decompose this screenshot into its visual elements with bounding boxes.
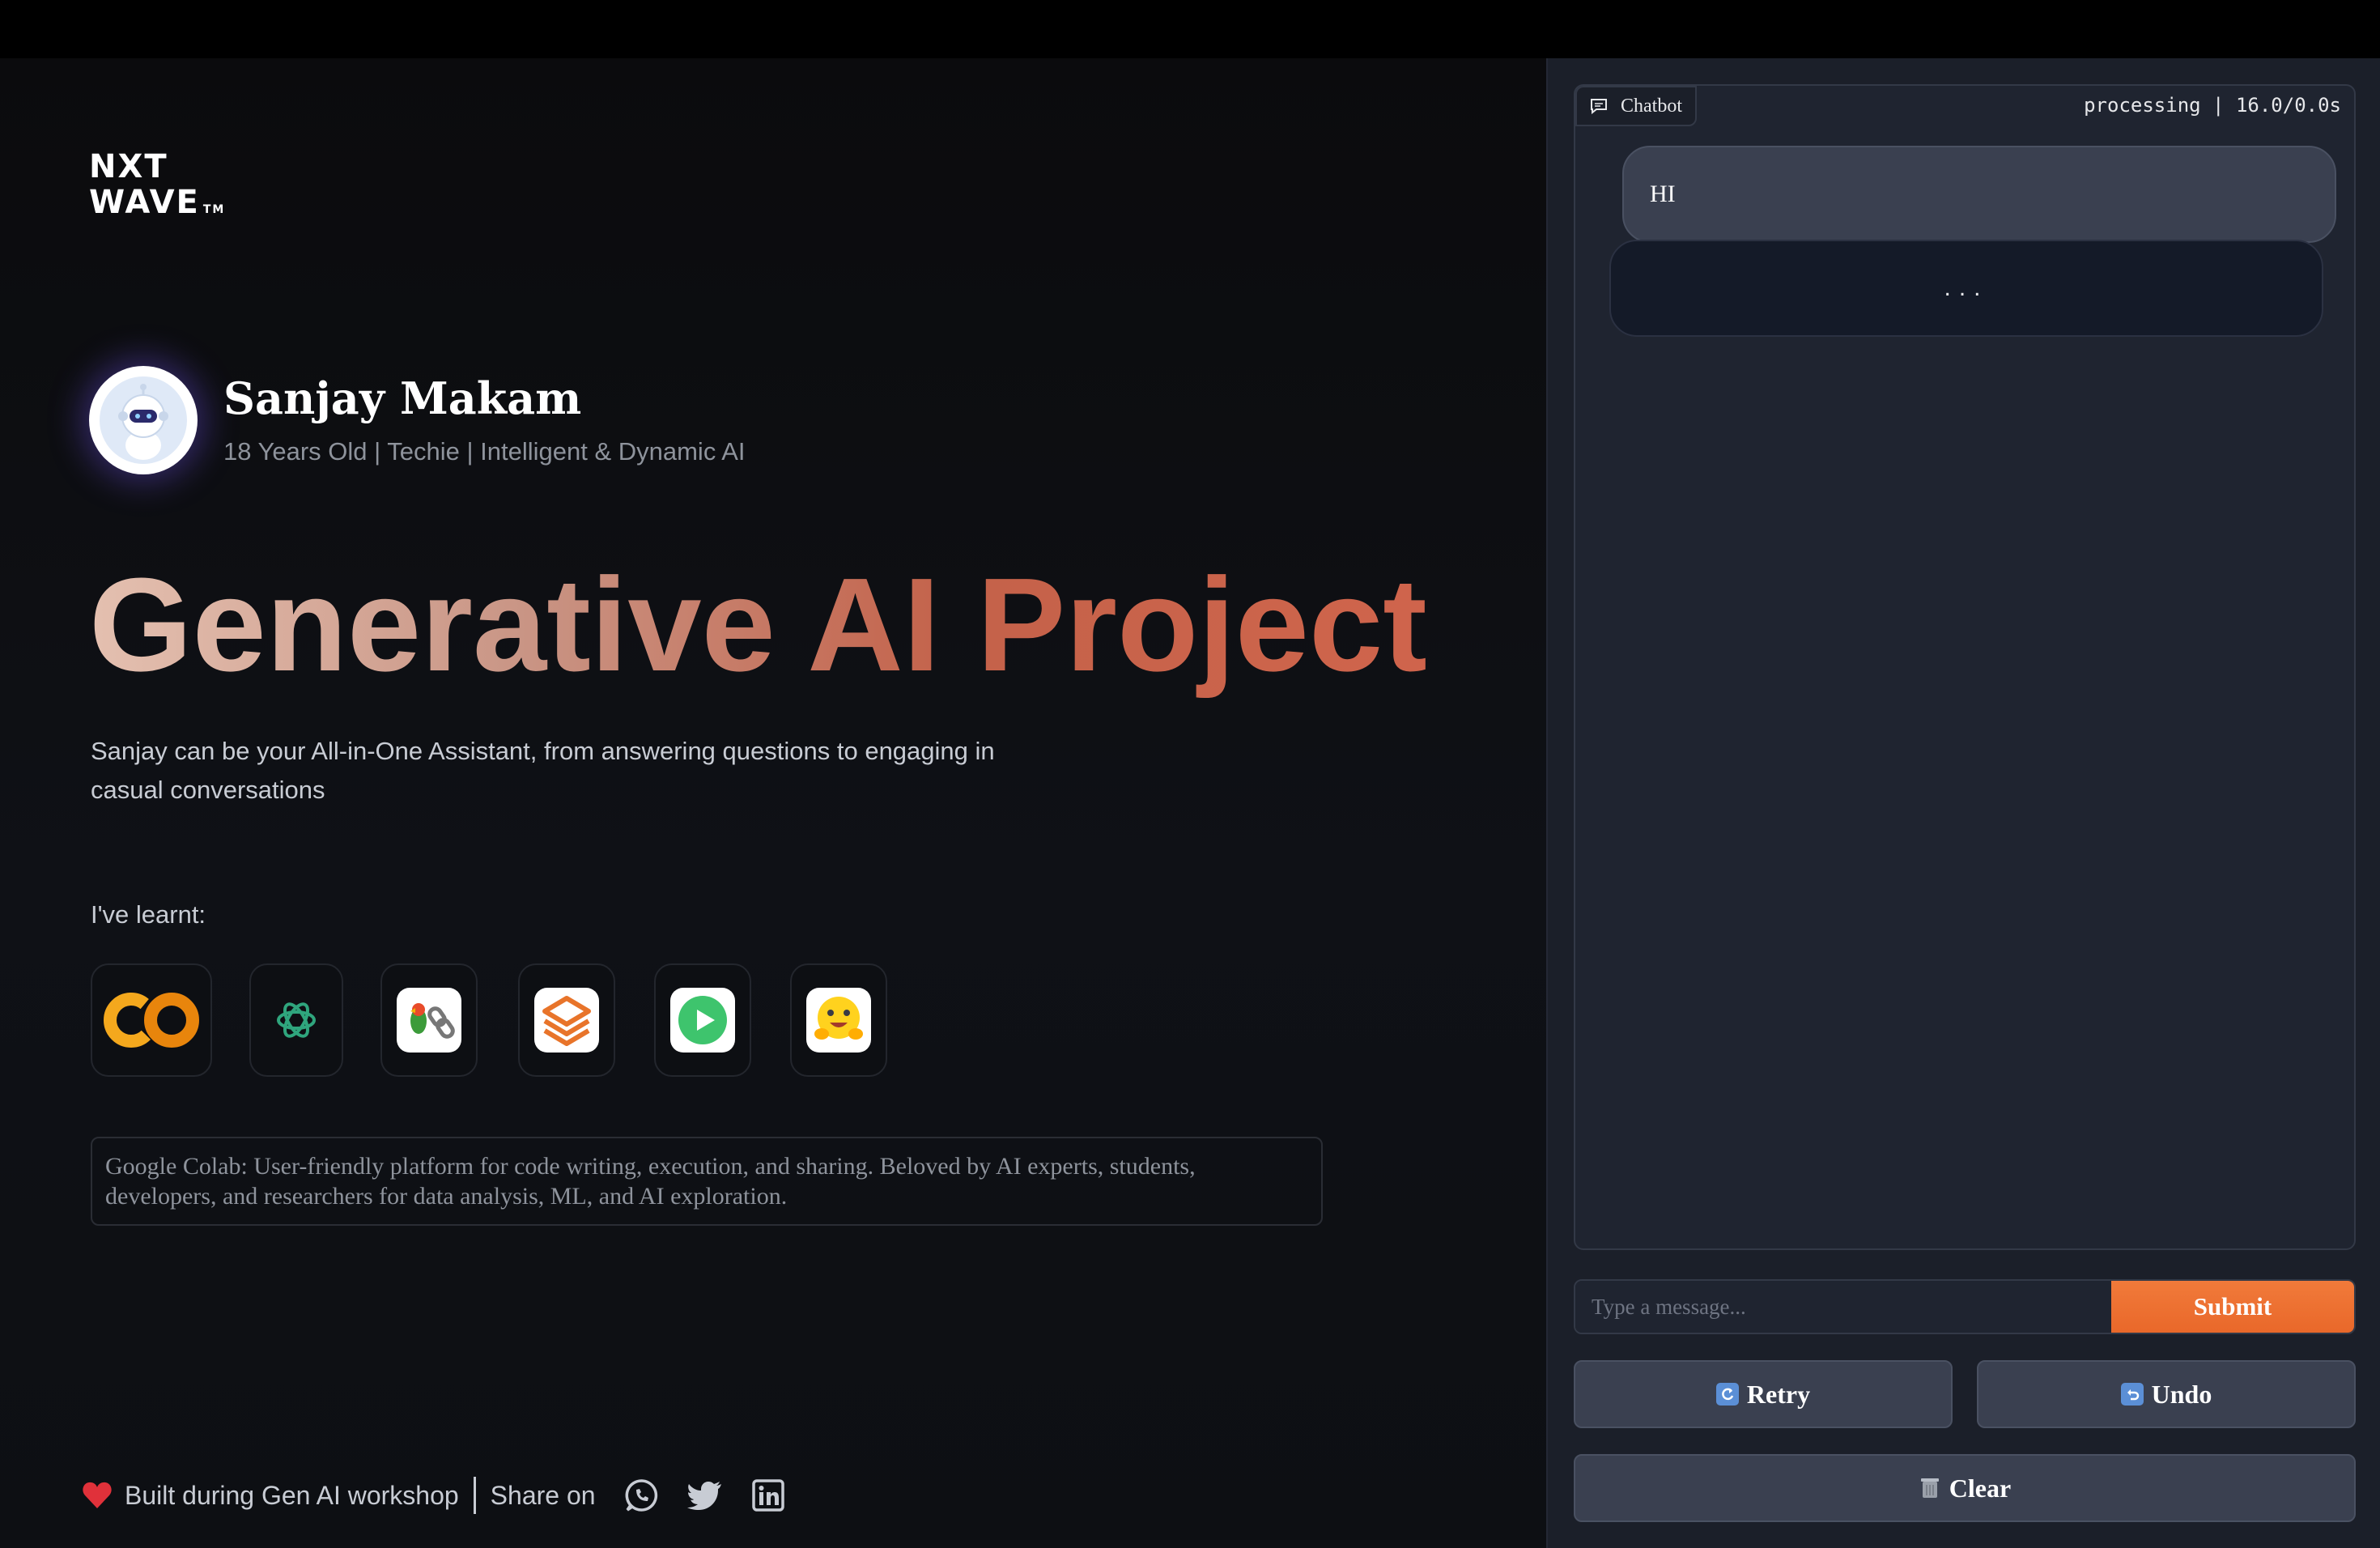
profile-name: Sanjay Makam	[223, 372, 582, 424]
learnt-label: I've learnt:	[91, 900, 206, 929]
tool-openai[interactable]	[249, 963, 343, 1077]
robot-avatar	[89, 366, 198, 474]
page-title: Generative AI Project	[89, 552, 1530, 698]
twitter-icon	[686, 1482, 721, 1510]
robot-icon	[100, 376, 187, 464]
retry-button[interactable]: Retry	[1574, 1360, 1953, 1428]
twitter-link[interactable]	[686, 1477, 724, 1514]
left-panel: NXT WAVE TM Sanjay Makam 18 Years Old | T…	[0, 58, 1546, 1548]
footer: Built during Gen AI workshop Share on	[81, 1474, 801, 1517]
tool-layers[interactable]	[518, 963, 615, 1077]
openai-icon	[277, 1002, 316, 1038]
whatsapp-link[interactable]	[623, 1477, 661, 1514]
message-composer: Submit	[1574, 1279, 2356, 1334]
top-bar	[0, 0, 2380, 58]
processing-status: processing | 16.0/0.0s	[2084, 94, 2341, 117]
chat-bubble-icon	[1591, 99, 1607, 114]
undo-button[interactable]: Undo	[1977, 1360, 2356, 1428]
tool-langchain[interactable]	[380, 963, 478, 1077]
tool-player[interactable]	[654, 963, 751, 1077]
google-colab-icon	[104, 993, 199, 1048]
bot-typing-indicator: ...	[1609, 240, 2323, 337]
linkedin-link[interactable]	[750, 1477, 787, 1514]
chat-sidebar: Chatbot processing | 16.0/0.0s HI ... Su…	[1546, 58, 2380, 1548]
share-label: Share on	[490, 1480, 596, 1510]
hugging-face-icon	[806, 988, 871, 1053]
message-input[interactable]	[1575, 1281, 2111, 1333]
built-text: Built during Gen AI workshop	[125, 1480, 459, 1510]
retry-icon	[1715, 1383, 1739, 1406]
linkedin-icon	[751, 1479, 784, 1512]
undo-icon	[2120, 1383, 2144, 1406]
play-icon	[670, 988, 735, 1053]
chatbot-label: Chatbot	[1575, 86, 1697, 126]
whatsapp-icon	[625, 1479, 657, 1512]
trash-icon	[1919, 1477, 1941, 1499]
footer-divider	[473, 1477, 476, 1514]
tool-huggingface[interactable]	[790, 963, 887, 1077]
tool-description: Google Colab: User-friendly platform for…	[91, 1137, 1323, 1226]
nxtwave-logo: NXT WAVE TM	[89, 148, 226, 221]
profile-tagline: 18 Years Old | Techie | Intelligent & Dy…	[223, 437, 746, 466]
langchain-icon	[397, 988, 461, 1053]
user-message: HI	[1622, 146, 2336, 243]
chatbot-panel: Chatbot processing | 16.0/0.0s HI ...	[1574, 84, 2356, 1250]
tool-colab[interactable]	[91, 963, 212, 1077]
submit-button[interactable]: Submit	[2111, 1281, 2354, 1333]
clear-button[interactable]: Clear	[1574, 1454, 2356, 1522]
heart-icon	[83, 1482, 112, 1508]
layers-stack-icon	[534, 988, 599, 1053]
page-subtitle: Sanjay can be your All-in-One Assistant,…	[91, 737, 995, 804]
